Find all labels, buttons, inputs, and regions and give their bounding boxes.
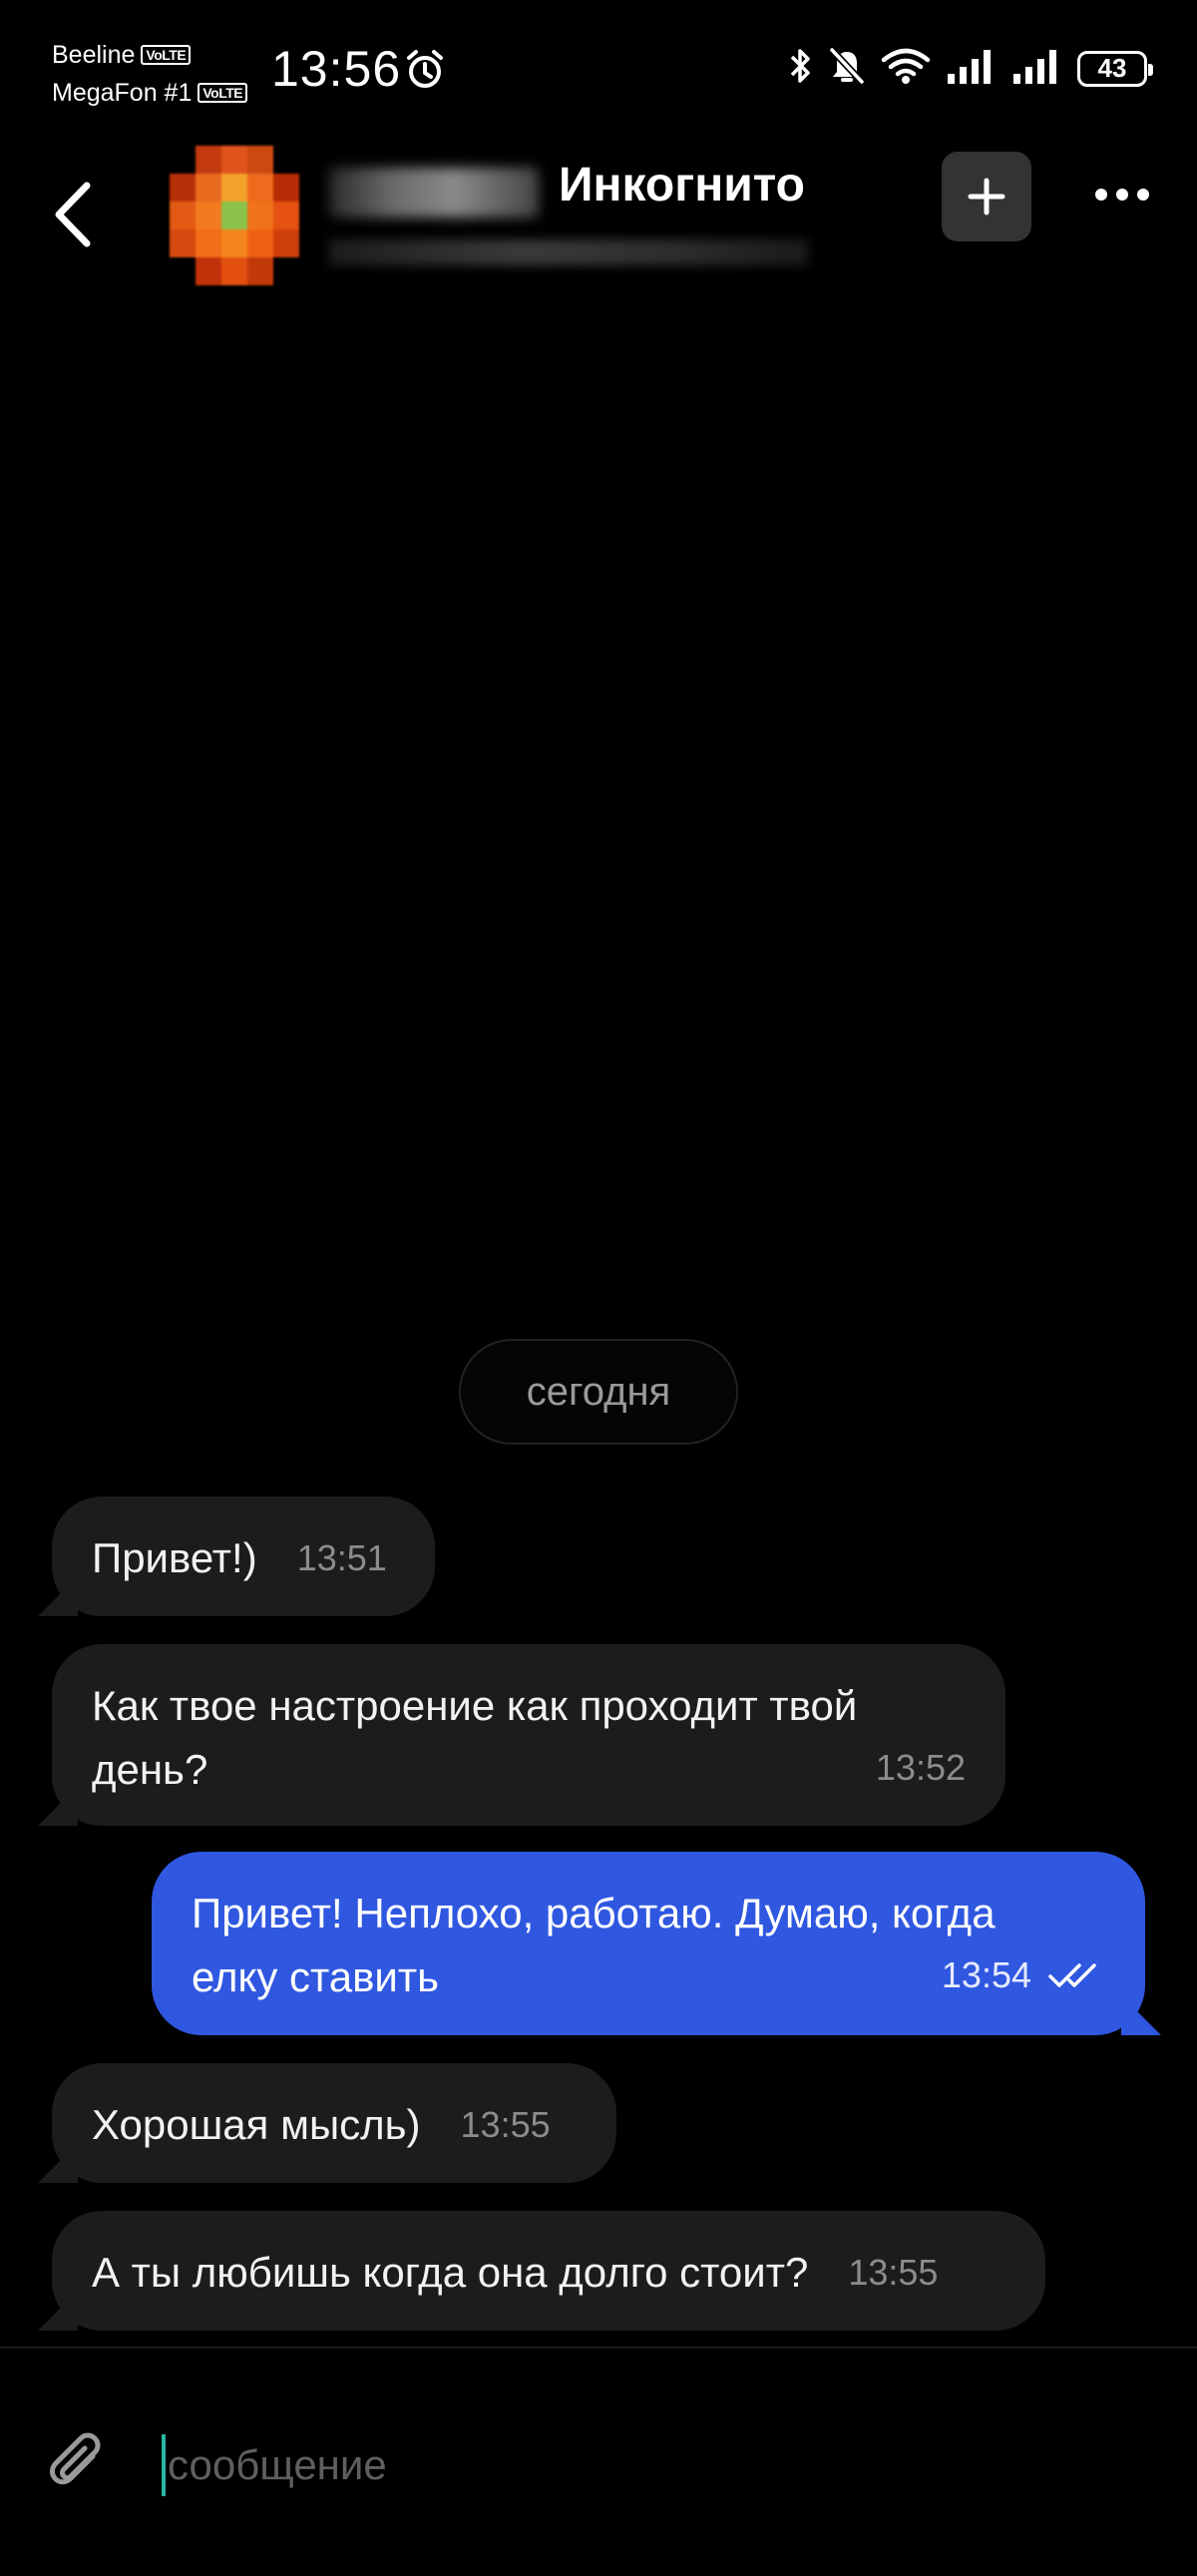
message-time: 13:55 — [460, 2104, 551, 2145]
attach-button[interactable] — [44, 2424, 114, 2504]
plus-icon — [968, 178, 1005, 215]
message-time: 13:52 — [875, 1747, 966, 1788]
message-time: 13:51 — [296, 1537, 387, 1578]
status-time: 13:56 — [271, 41, 402, 97]
message-input[interactable] — [168, 2441, 1065, 2489]
avatar[interactable] — [170, 146, 299, 285]
message-time: 13:55 — [848, 2252, 939, 2293]
signal-2-icon — [1011, 46, 1063, 91]
paperclip-icon — [50, 2432, 101, 2485]
bluetooth-icon — [786, 46, 814, 91]
message-input-wrapper — [162, 2430, 1139, 2500]
double-check-icon — [1048, 1963, 1096, 1987]
wifi-icon — [880, 46, 932, 91]
system-icons: 43 — [786, 46, 1153, 91]
date-separator: сегодня — [459, 1339, 738, 1445]
message-text: Привет!) — [92, 1534, 257, 1581]
message-bubble-incoming[interactable]: Как твое настроение как проходит твой де… — [52, 1644, 1005, 1826]
message-bubble-outgoing[interactable]: Привет! Неплохо, работаю. Думаю, когда е… — [152, 1852, 1145, 2035]
chat-title: Инкогнито — [559, 159, 805, 212]
volte-badge-2: VoLTE — [198, 83, 248, 103]
carrier-info: Beeline VoLTE MegaFon #1 VoLTE — [52, 36, 248, 112]
battery-icon: 43 — [1077, 50, 1153, 87]
more-dots-icon — [1095, 189, 1149, 201]
carrier-1-name: Beeline — [52, 41, 136, 69]
carrier-2-name: MegaFon #1 — [52, 79, 193, 107]
volte-badge-1: VoLTE — [141, 45, 192, 65]
message-bubble-incoming[interactable]: Привет!) 13:51 — [52, 1497, 435, 1616]
contact-status-redacted — [329, 239, 808, 265]
add-button[interactable] — [942, 152, 1031, 241]
text-cursor — [162, 2434, 166, 2496]
back-button[interactable] — [38, 170, 108, 259]
message-time: 13:54 — [941, 1954, 1031, 1995]
mute-bell-icon — [828, 46, 866, 91]
chevron-left-icon — [55, 182, 91, 247]
message-text: Хорошая мысль) — [92, 2101, 421, 2148]
status-bar: Beeline VoLTE MegaFon #1 VoLTE 13:56 43 — [0, 0, 1197, 130]
message-text: А ты любишь когда она долго стоит? — [92, 2249, 809, 2296]
composer-divider — [0, 2347, 1197, 2349]
alarm-icon — [403, 48, 447, 97]
battery-level: 43 — [1097, 53, 1127, 83]
chat-header: Инкогнито — [0, 140, 1197, 289]
signal-1-icon — [946, 46, 998, 91]
more-options-button[interactable] — [1087, 170, 1157, 219]
message-bubble-incoming[interactable]: Хорошая мысль) 13:55 — [52, 2063, 616, 2183]
contact-name-redacted — [329, 168, 539, 217]
message-bubble-incoming[interactable]: А ты любишь когда она долго стоит? 13:55 — [52, 2211, 1045, 2331]
